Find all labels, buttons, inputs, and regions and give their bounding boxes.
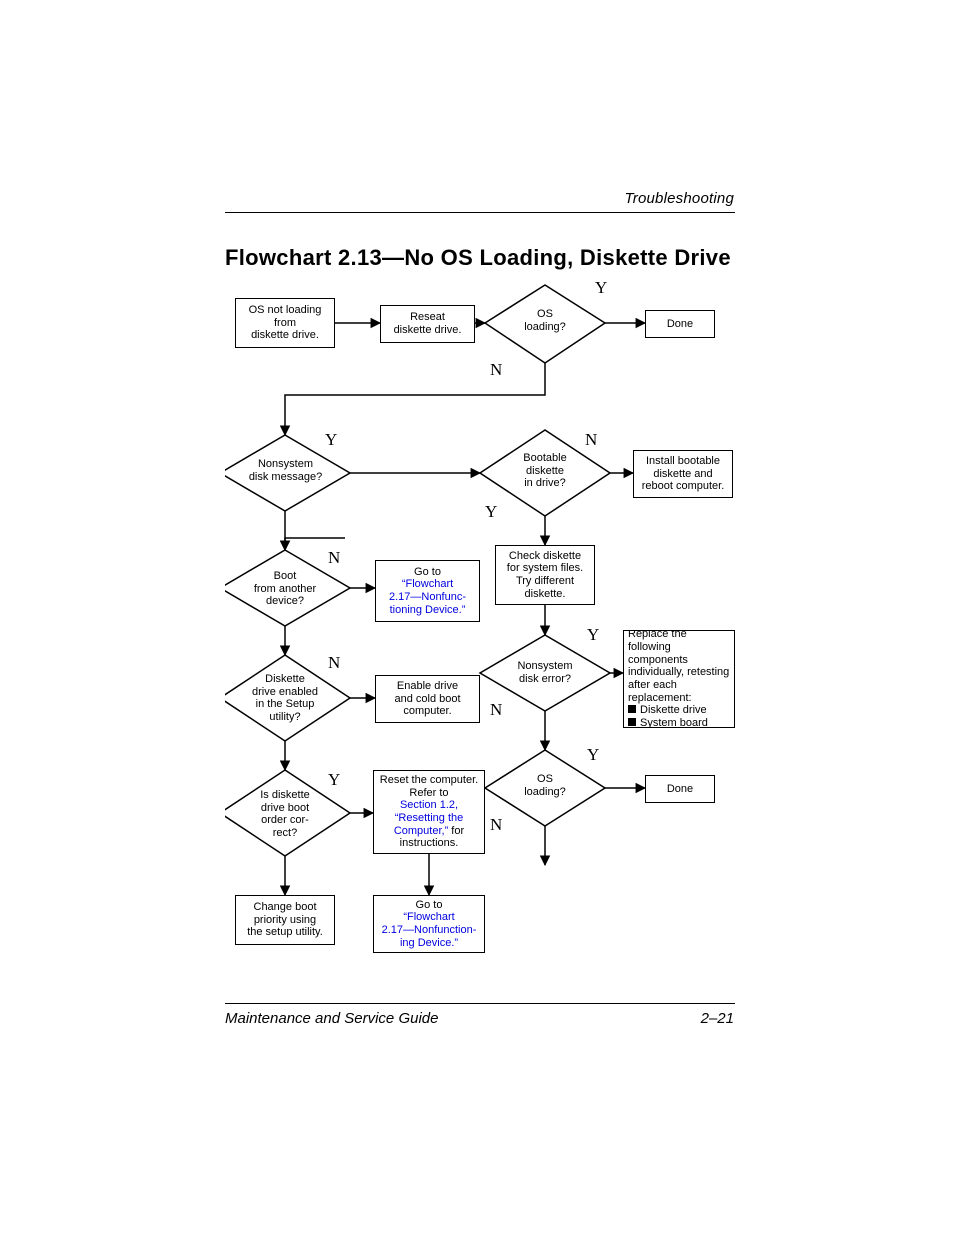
label-n: N [225,848,227,868]
label-n: N [490,360,510,380]
label-y: Y [325,430,345,450]
label: Nonsystemdisk error? [507,660,583,685]
label-y: Y [587,745,607,765]
text: Done [650,318,710,331]
label: Bootfrom anotherdevice? [247,570,323,608]
text: Go to “Flowchart2.17—Nonfunc-tioning Dev… [380,566,475,617]
flowchart-canvas: OS not loadingfromdiskette drive. Reseat… [225,280,735,980]
box-reseat: Reseatdiskette drive. [380,305,475,343]
label-n: N [328,653,348,673]
diamond-os-loading-1: OSloading? [485,285,605,363]
label: OSloading? [510,773,580,798]
box-reset-computer: Reset the computer.Refer to Section 1.2,… [373,770,485,854]
page: Troubleshooting Flowchart 2.13—No OS Loa… [0,0,954,1235]
box-check-system-files: Check diskettefor system files.Try diffe… [495,545,595,605]
text: Replace the followingcomponentsindividua… [628,630,730,728]
text: Change bootpriority usingthe setup utili… [240,901,330,939]
text: Enable driveand cold bootcomputer. [380,680,475,718]
flowchart-link[interactable]: “Flowchart2.17—Nonfunc-tioning Device.” [389,578,466,615]
box-done-2: Done [645,775,715,803]
label-y: Y [225,618,227,638]
label-y: Y [595,280,615,298]
text: Install bootablediskette andreboot compu… [638,455,728,493]
footer-right: 2–21 [701,1010,734,1027]
running-header: Troubleshooting [625,190,734,207]
pre: Go to [414,566,441,578]
text: Done [650,783,710,796]
text: Go to “Flowchart2.17—Nonfunction-ing Dev… [378,899,480,950]
box-start: OS not loadingfromdiskette drive. [235,298,335,348]
label-y: Y [328,770,348,790]
label-n: N [328,548,348,568]
label-y: Y [225,733,227,753]
label-n: N [225,502,227,522]
label-n: N [585,430,605,450]
label: Bootablediskettein drive? [510,452,580,490]
bullet-icon [628,705,636,713]
label-y: Y [485,502,505,522]
text: Reset the computer.Refer to Section 1.2,… [378,774,480,850]
box-install-bootable: Install bootablediskette andreboot compu… [633,450,733,498]
header-rule [225,212,735,213]
text: Reseatdiskette drive. [385,311,470,336]
label-n: N [490,815,510,835]
box-replace-components: Replace the followingcomponentsindividua… [623,630,735,728]
footer-left: Maintenance and Service Guide [225,1010,438,1027]
footer-rule [225,1003,735,1004]
box-change-priority: Change bootpriority usingthe setup utili… [235,895,335,945]
box-done-1: Done [645,310,715,338]
pre: Reset the computer.Refer to [380,774,478,799]
flowchart-link[interactable]: “Flowchart2.17—Nonfunction-ing Device.” [382,911,477,948]
label: Is diskettedrive bootorder cor-rect? [250,789,320,840]
label-y: Y [587,625,607,645]
box-goto-217-a: Go to “Flowchart2.17—Nonfunc-tioning Dev… [375,560,480,622]
pre: Go to [416,899,443,911]
i1: Diskette drive [640,704,707,716]
flowchart-title: Flowchart 2.13—No OS Loading, Diskette D… [225,245,731,271]
box-goto-217-b: Go to “Flowchart2.17—Nonfunction-ing Dev… [373,895,485,953]
label: Diskettedrive enabledin the Setuputility… [247,673,323,724]
box-enable-drive: Enable driveand cold bootcomputer. [375,675,480,723]
text: OS not loadingfromdiskette drive. [240,304,330,342]
i2: System board [640,717,708,728]
bullet-icon [628,718,636,726]
label-n: N [490,700,510,720]
label: OSloading? [510,308,580,333]
t1: Replace the followingcomponentsindividua… [628,630,729,704]
label: Nonsystemdisk message? [243,458,328,483]
text: Check diskettefor system files.Try diffe… [500,550,590,601]
